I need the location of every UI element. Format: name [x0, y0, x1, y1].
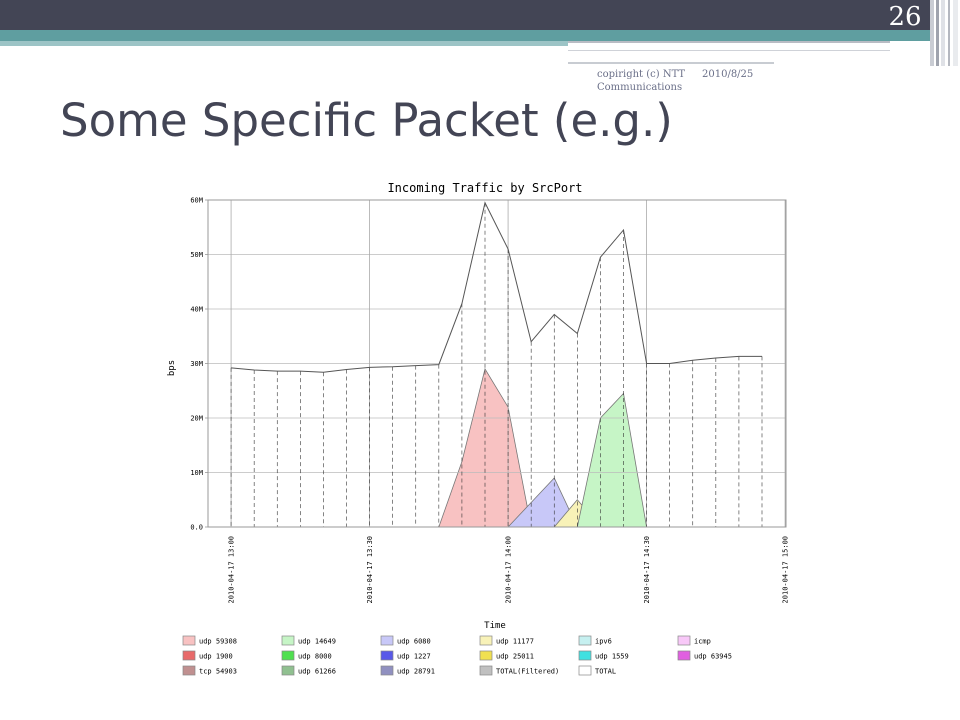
chart-title: Incoming Traffic by SrcPort	[387, 181, 582, 195]
accent-band-light	[0, 41, 568, 46]
x-tick-label: 2010-04-17 15:00	[782, 536, 790, 603]
legend-label: TOTAL(Filtered)	[496, 668, 559, 676]
legend-swatch	[479, 665, 493, 676]
x-axis-label: Time	[484, 621, 506, 631]
divider-line	[568, 41, 890, 43]
legend-swatch	[182, 650, 196, 661]
x-axis-ticks: 2010-04-17 13:00 2010-04-17 13:30 2010-04-…	[228, 536, 790, 603]
legend-label: udp 28791	[397, 668, 435, 676]
legend-swatch	[677, 650, 691, 661]
legend-swatch	[677, 635, 691, 646]
legend-swatch	[182, 635, 196, 646]
legend-swatch	[281, 650, 295, 661]
divider-line	[568, 50, 890, 51]
legend-label: TOTAL	[595, 668, 616, 676]
x-tick-label: 2010-04-17 14:00	[505, 536, 513, 603]
header-bar	[0, 0, 930, 30]
y-tick-label: 60M	[190, 197, 203, 205]
legend-label: udp 1227	[397, 653, 431, 661]
legend-swatch	[479, 635, 493, 646]
divider-line	[568, 62, 774, 64]
legend-label: udp 61266	[298, 668, 336, 676]
decorative-bar	[948, 0, 950, 66]
x-tick-label: 2010-04-17 14:30	[643, 536, 651, 603]
legend-label: icmp	[694, 638, 711, 646]
legend-swatch	[380, 665, 394, 676]
slide-number: 26	[888, 2, 922, 32]
legend-label: udp 59308	[199, 638, 237, 646]
legend-label: udp 11177	[496, 638, 534, 646]
slide-title: Some Specific Packet (e.g.)	[60, 94, 673, 147]
y-tick-label: 50M	[190, 251, 203, 259]
legend-label: udp 1900	[199, 653, 233, 661]
y-axis-label: bps	[167, 360, 177, 376]
footer-copyright-line2: Communications	[597, 82, 683, 93]
legend-swatch	[281, 635, 295, 646]
x-tick-label: 2010-04-17 13:30	[366, 536, 374, 603]
footer-copyright-line1: copiright (c) NTT	[597, 69, 686, 80]
decorative-bar	[953, 0, 958, 66]
legend-label: udp 6080	[397, 638, 431, 646]
legend-swatch	[182, 665, 196, 676]
decorative-bar	[930, 0, 934, 66]
footer-date: 2010/8/25	[702, 69, 754, 80]
legend-swatch	[281, 665, 295, 676]
footer-copyright: copiright (c) NTT Communications	[597, 68, 685, 94]
legend-swatch	[380, 650, 394, 661]
legend-label: udp 25011	[496, 653, 534, 661]
legend-swatch	[380, 635, 394, 646]
legend-label: udp 63945	[694, 653, 732, 661]
legend-label: tcp 54903	[199, 668, 237, 676]
y-tick-label: 0.0	[190, 524, 203, 532]
legend-label: ipv6	[595, 638, 612, 646]
decorative-bar	[941, 0, 945, 66]
legend-swatch	[479, 650, 493, 661]
accent-band	[0, 30, 930, 41]
legend-swatch	[578, 650, 592, 661]
legend-label: udp 8000	[298, 653, 332, 661]
legend-label: udp 1559	[595, 653, 629, 661]
y-tick-label: 40M	[190, 306, 203, 314]
legend-swatch	[578, 635, 592, 646]
y-tick-label: 30M	[190, 360, 203, 368]
legend-label: udp 14649	[298, 638, 336, 646]
y-axis-ticks: 0.0 10M 20M 30M 40M 50M 60M	[190, 197, 208, 532]
chart-legend: udp 59308 udp 14649 udp 6080 udp 11177 ipv6 i…	[182, 635, 732, 676]
legend-swatch	[578, 665, 592, 676]
traffic-chart: Incoming Traffic by SrcPort 0.0 10M 20M 30M…	[167, 181, 790, 676]
y-tick-label: 20M	[190, 415, 203, 423]
decorative-bar	[936, 0, 939, 66]
y-tick-label: 10M	[190, 469, 203, 477]
x-tick-label: 2010-04-17 13:00	[228, 536, 236, 603]
